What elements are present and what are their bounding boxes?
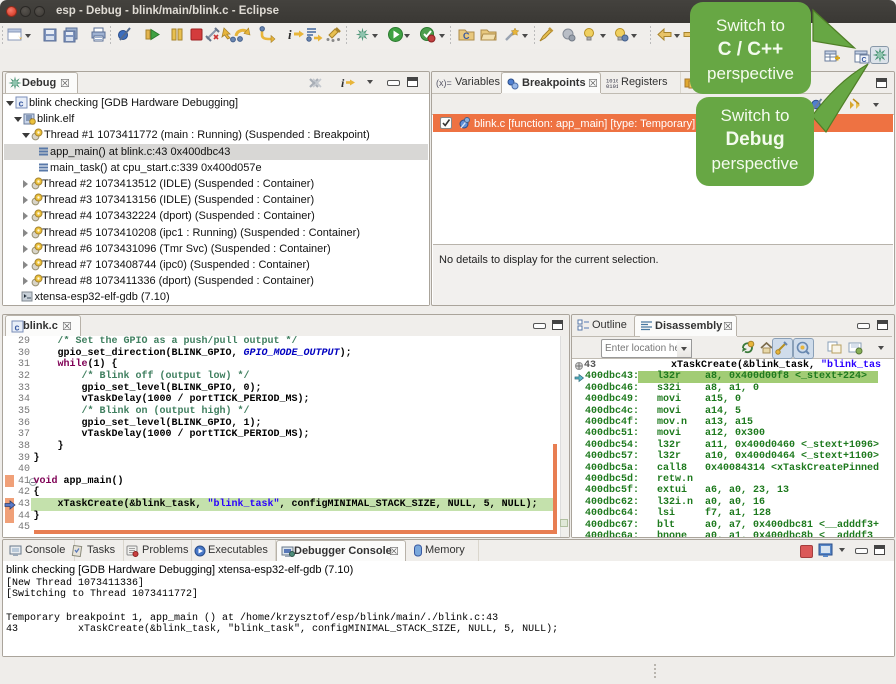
svg-text:c: c	[15, 323, 20, 333]
